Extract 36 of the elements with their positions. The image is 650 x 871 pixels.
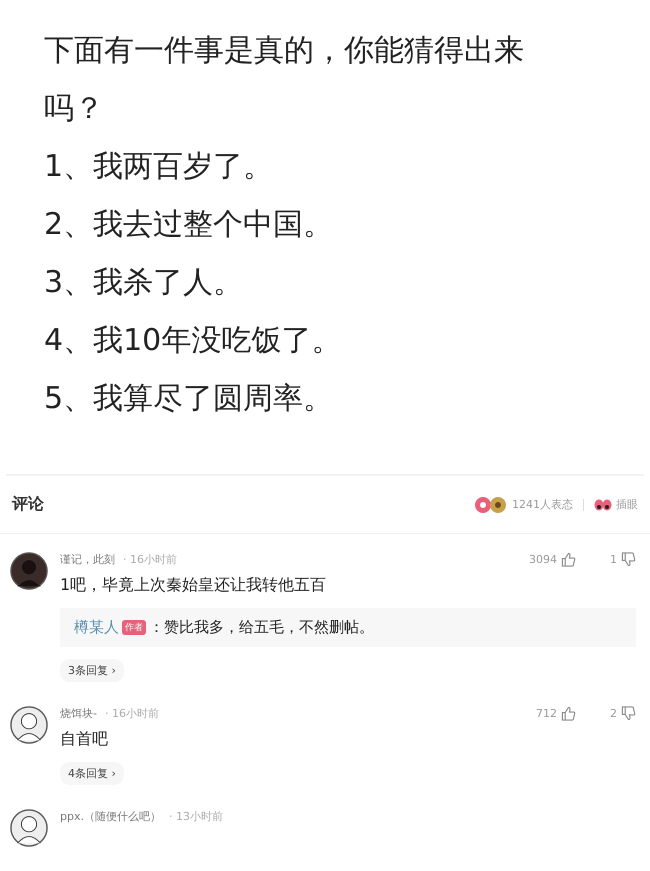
thumbs-up-icon[interactable]	[561, 706, 576, 721]
thumbs-up-icon[interactable]	[561, 552, 576, 567]
username[interactable]: 谨记，此刻	[60, 552, 115, 567]
option-text: 2、我去过整个中国。	[44, 206, 334, 244]
comment-text: 自首吧	[60, 729, 109, 750]
username[interactable]: ppx.（随便什么吧）	[60, 809, 161, 824]
replies-button[interactable]: 3条回复 ›	[60, 659, 124, 682]
option-text: 5、我算尽了圆周率。	[44, 380, 334, 418]
comment-time: · 13小时前	[168, 809, 223, 824]
comment-time: · 16小时前	[123, 552, 177, 567]
option-text: 1、我两百岁了。	[44, 148, 274, 186]
dislike-count: 2	[610, 707, 617, 720]
reaction-icons	[474, 496, 508, 514]
action-link[interactable]: 插眼	[616, 497, 638, 512]
option-text: 3、我杀了人。	[44, 264, 244, 302]
question-text: 下面有一件事是真的，你能猜得出来吗？	[44, 32, 525, 128]
like-count: 3094	[529, 553, 557, 566]
like-count: 712	[536, 707, 557, 720]
reaction-count: 1241人表态	[512, 497, 573, 512]
username[interactable]: 烧饵块-	[60, 706, 97, 721]
thumbs-down-icon[interactable]	[621, 706, 636, 721]
author-badge: 作者	[122, 620, 146, 635]
replies-button[interactable]: 4条回复 ›	[60, 762, 124, 785]
reply-text: ：赞比我多，给五毛，不然删帖。	[149, 618, 374, 637]
dislike-count: 1	[610, 553, 617, 566]
avatar-icon	[10, 809, 48, 847]
option-text: 4、我10年没吃饭了。	[44, 322, 342, 360]
reply-preview[interactable]: 樽某人 作者 ：赞比我多，给五毛，不然删帖。	[60, 608, 636, 647]
avatar-icon	[10, 706, 48, 744]
comment-text: 1吧，毕竟上次秦始皇还让我转他五百	[60, 575, 328, 596]
avatar-icon	[10, 552, 48, 590]
reply-username[interactable]: 樽某人	[74, 618, 119, 637]
comment-time: · 16小时前	[104, 706, 159, 721]
thumbs-down-icon[interactable]	[621, 552, 636, 567]
comments-title: 评论	[12, 494, 44, 515]
eyes-icon	[594, 498, 612, 510]
